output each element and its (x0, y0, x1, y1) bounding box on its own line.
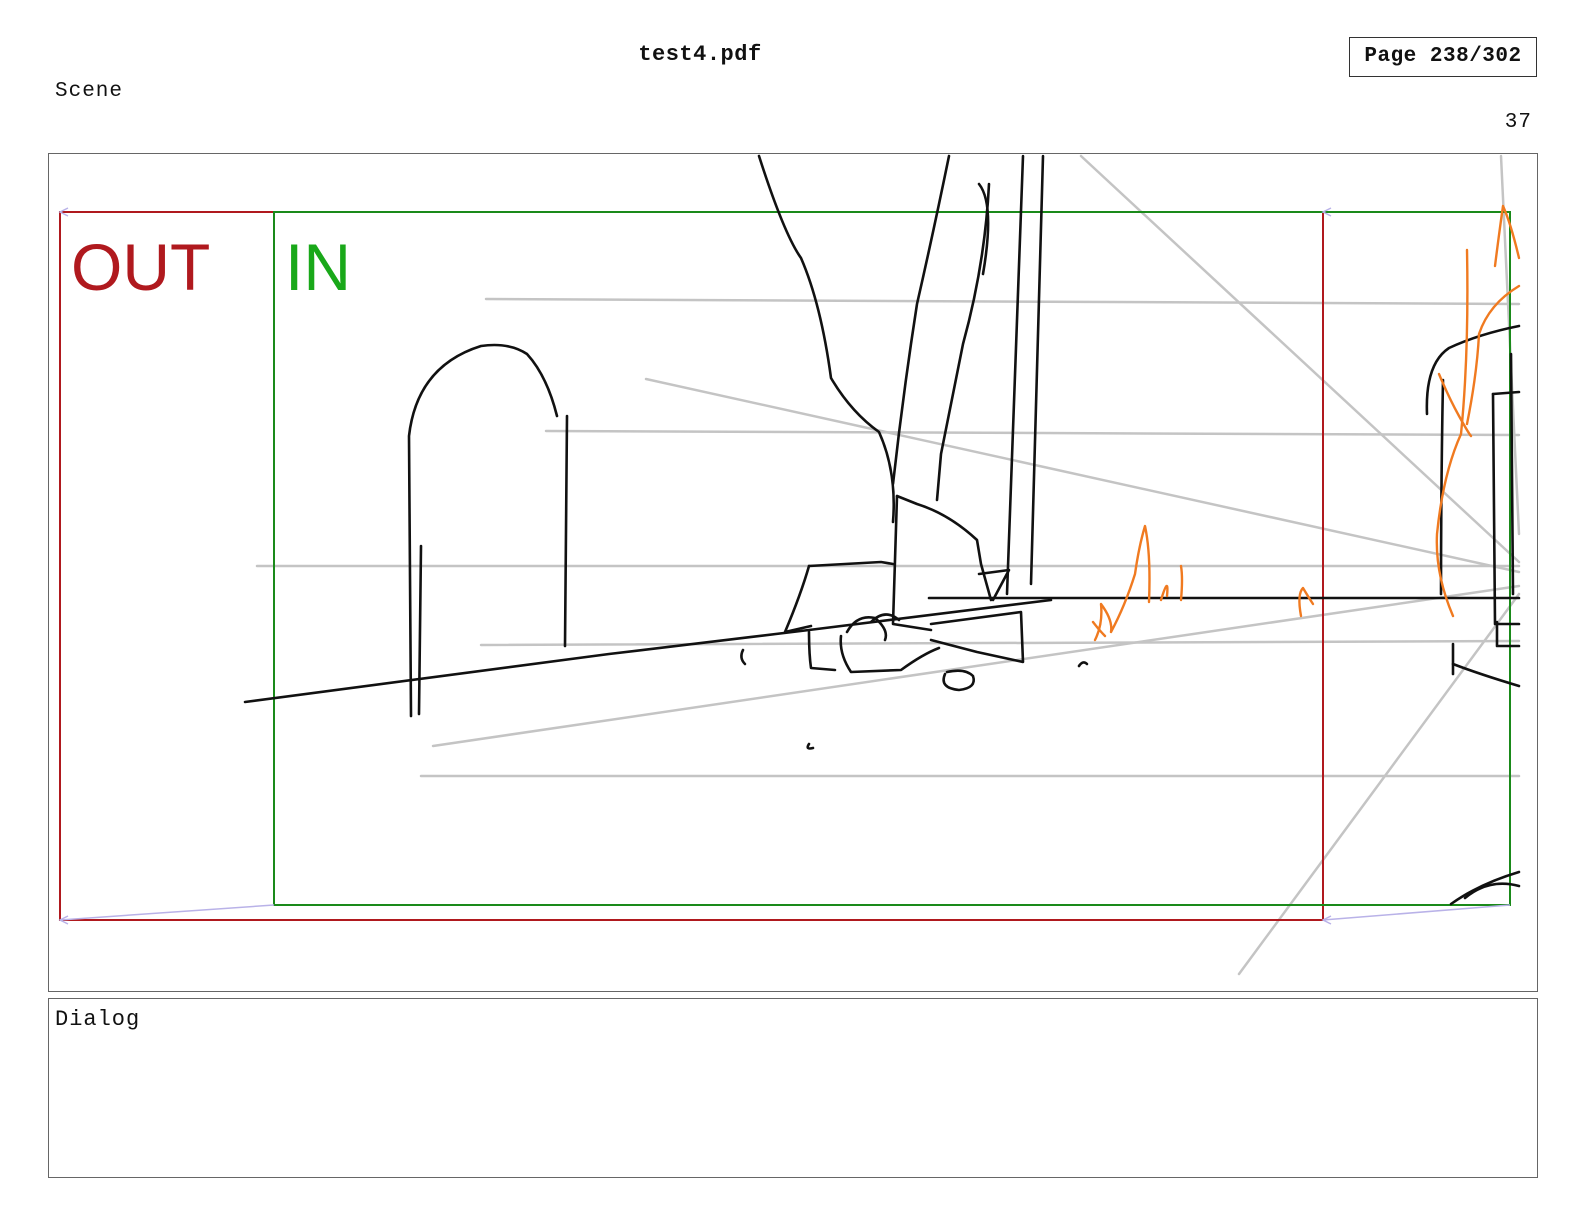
panel-number: 37 (1504, 111, 1532, 134)
document-title: test4.pdf (638, 42, 762, 67)
dialog-label: Dialog (55, 1007, 141, 1032)
fire-sketch (1091, 204, 1521, 642)
out-label: OUT (71, 230, 210, 304)
panel-sketch: OUT IN (58, 154, 1521, 976)
page-indicator: Page 238/302 (1349, 37, 1537, 77)
in-label: IN (285, 230, 351, 304)
scene-label: Scene (55, 80, 124, 103)
dialog-box: Dialog (48, 998, 1538, 1178)
storyboard-panel: OUT IN (48, 153, 1538, 992)
perspective-guides (255, 154, 1521, 976)
in-frame (273, 211, 1511, 906)
